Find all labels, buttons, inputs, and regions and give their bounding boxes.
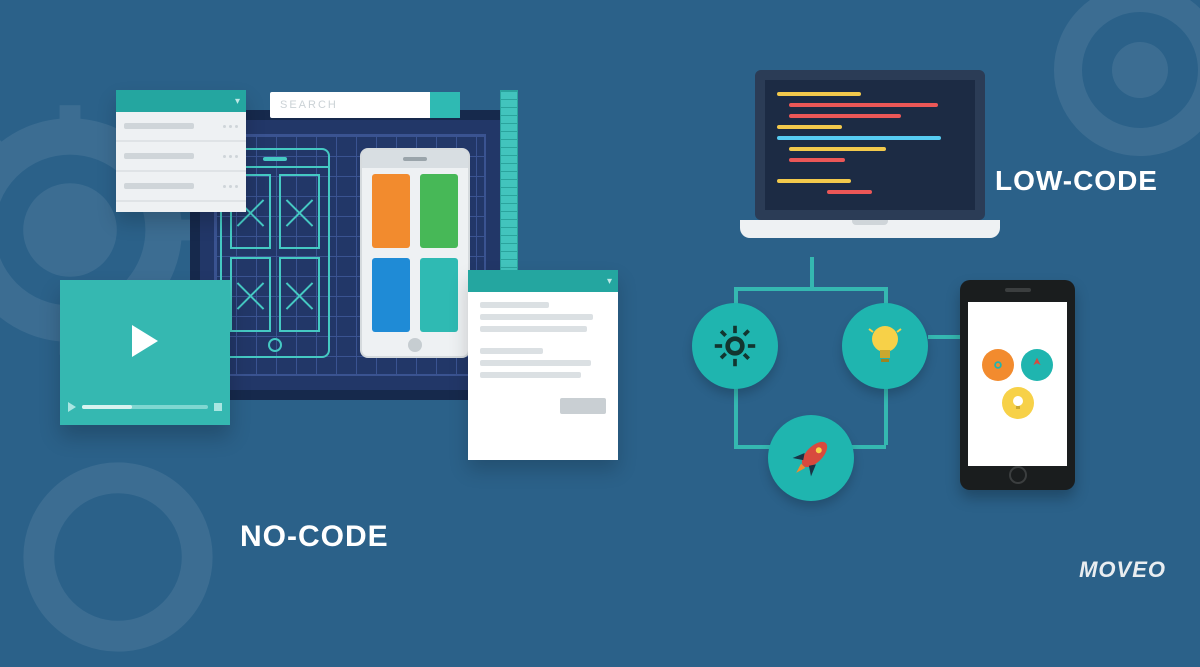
video-widget [60, 280, 230, 425]
search-button-icon [430, 92, 460, 118]
list-widget: ▾ [116, 90, 246, 212]
rocket-icon [1021, 349, 1053, 381]
nocode-label: NO-CODE [240, 520, 389, 554]
app-tile-icon [372, 258, 410, 332]
gear-bg-icon [8, 447, 228, 667]
lightbulb-circle [842, 303, 928, 389]
submit-button-icon [560, 398, 606, 414]
lightbulb-icon [865, 323, 905, 369]
rocket-circle [768, 415, 854, 501]
home-button-icon [408, 338, 422, 352]
code-editor-icon [755, 70, 985, 220]
brand-logo: MOVEO [1079, 557, 1166, 583]
stop-icon [214, 403, 222, 411]
search-widget: SEARCH [270, 92, 460, 118]
home-button-icon [268, 338, 282, 352]
play-icon [132, 325, 158, 357]
play-small-icon [68, 402, 76, 412]
laptop [740, 70, 1000, 255]
gear-circle [692, 303, 778, 389]
output-phone [960, 280, 1075, 490]
lowcode-cluster: LOW-CODE [660, 80, 1160, 530]
chevron-down-icon: ▾ [116, 90, 246, 112]
form-widget: ▾ [468, 270, 618, 460]
search-placeholder: SEARCH [270, 99, 430, 111]
app-tile-icon [420, 258, 458, 332]
chevron-down-icon: ▾ [468, 270, 618, 292]
wireframe-placeholder-icon [279, 257, 320, 332]
app-tile-icon [420, 174, 458, 248]
app-tile-icon [372, 174, 410, 248]
progress-bar-icon [82, 405, 208, 409]
lightbulb-icon [1002, 387, 1034, 419]
lowcode-label: LOW-CODE [995, 165, 1158, 197]
gear-icon [712, 323, 758, 369]
mockup-phone [360, 148, 470, 358]
wireframe-placeholder-icon [279, 174, 320, 249]
gear-icon [982, 349, 1014, 381]
nocode-cluster: ▾ SEARCH ▾ [60, 100, 620, 480]
rocket-icon [784, 431, 838, 485]
wireframe-placeholder-icon [230, 257, 271, 332]
